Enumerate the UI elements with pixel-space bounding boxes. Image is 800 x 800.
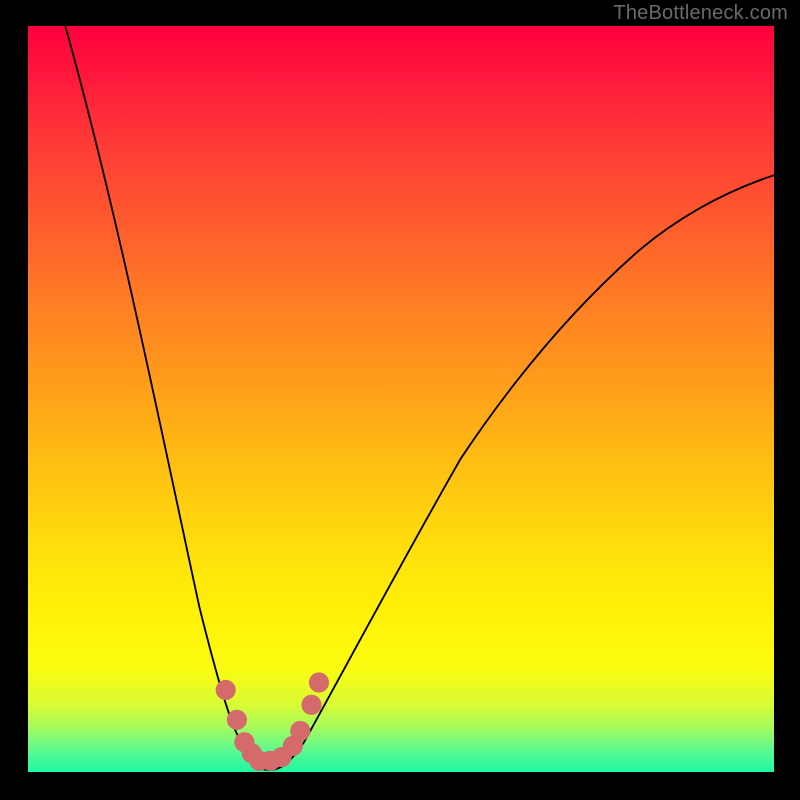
watermark-text: TheBottleneck.com	[613, 2, 788, 25]
valley-markers	[216, 672, 329, 770]
bottleneck-curve	[65, 26, 774, 770]
chart-frame: TheBottleneck.com	[0, 0, 800, 800]
curve-layer	[28, 26, 774, 772]
